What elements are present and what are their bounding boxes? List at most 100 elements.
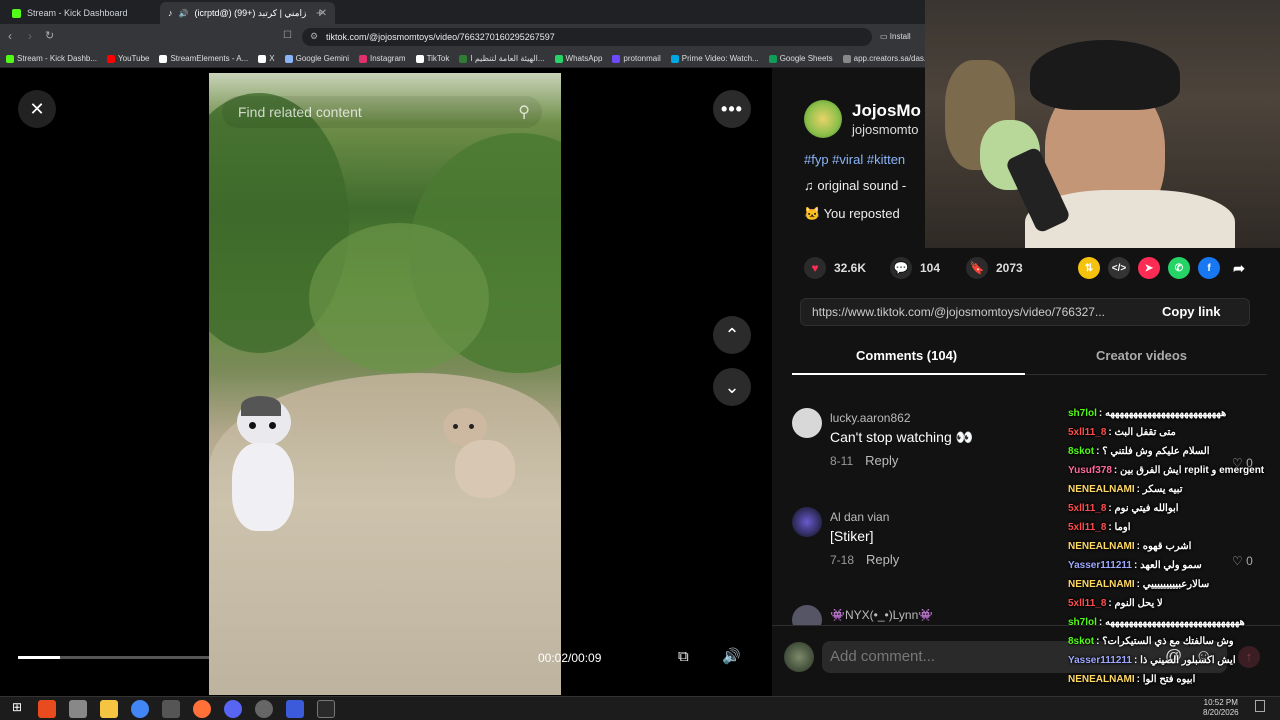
whatsapp-icon[interactable]: ✆	[1168, 257, 1190, 279]
headphones-shape	[1030, 40, 1180, 110]
comment-username[interactable]: Al dan vian	[830, 510, 889, 524]
site-info-icon[interactable]: ⚙	[310, 31, 318, 42]
bookmark-item[interactable]: WhatsApp	[554, 54, 602, 63]
tab-label: Stream - Kick Dashboard	[27, 8, 128, 18]
related-search-field[interactable]: Find related content ⚲	[222, 96, 542, 128]
system-clock[interactable]: 10:52 PM 8/20/2026	[1203, 698, 1239, 718]
browser-tab-tiktok[interactable]: ♪ 🔊 (icrptd@) زامني | كرتبد (+99) ✕	[160, 2, 335, 24]
chat-username[interactable]: sh7lol	[1068, 617, 1097, 628]
video-player[interactable]	[209, 73, 561, 695]
chat-username[interactable]: 5xll11_8	[1068, 427, 1106, 438]
chat-message: sh7lol: هههههههههههههههههههههههههههههه	[1068, 613, 1280, 632]
chat-username[interactable]: NENEALNAMI	[1068, 579, 1135, 590]
clock-date: 8/20/2026	[1203, 708, 1239, 717]
back-icon[interactable]: ‹	[8, 29, 12, 43]
chat-text: : اشرب قهوه	[1136, 541, 1192, 552]
forward-icon[interactable]: ›	[28, 29, 32, 43]
bookmark-item[interactable]: YouTube	[107, 54, 149, 63]
sound-link[interactable]: ♫ original sound -	[804, 178, 906, 193]
chat-username[interactable]: Yusuf378	[1068, 465, 1112, 476]
bookmark-favicon-icon	[842, 54, 851, 63]
send-icon[interactable]: ➤	[1138, 257, 1160, 279]
more-icon: •••	[721, 98, 743, 119]
bookmark-item[interactable]: TikTok	[415, 54, 449, 63]
bookmark-star-icon[interactable]: ☐	[283, 30, 292, 41]
app-icon[interactable]	[162, 700, 180, 718]
reload-icon[interactable]: ↻	[45, 29, 54, 42]
chat-username[interactable]: 8skot	[1068, 446, 1094, 457]
chat-text: : وش سالفتك مع ذي الستيكرات؟	[1096, 636, 1234, 647]
bookmark-item[interactable]: Google Sheets	[768, 54, 833, 63]
firefox-icon[interactable]	[193, 700, 211, 718]
chat-username[interactable]: 5xll11_8	[1068, 522, 1106, 533]
terminal-icon[interactable]	[317, 700, 335, 718]
previous-video-button[interactable]: ⌃	[713, 316, 751, 354]
install-button[interactable]: ▭ Install	[880, 32, 911, 41]
share-link-text[interactable]: https://www.tiktok.com/@jojosmomtoys/vid…	[812, 305, 1152, 319]
creator-handle[interactable]: jojosmomto	[852, 122, 918, 137]
comment-username[interactable]: 👾NYX(•_•)Lynn👾	[830, 608, 933, 622]
obs-icon[interactable]	[255, 700, 273, 718]
bookmark-item[interactable]: X	[258, 54, 275, 63]
url-field[interactable]: ⚙ tiktok.com/@jojosmomtoys/video/7663270…	[302, 28, 872, 46]
bookmark-favicon-icon	[554, 54, 563, 63]
volume-icon[interactable]: 🔊	[722, 647, 741, 665]
tab-creator-videos[interactable]: Creator videos	[1096, 348, 1187, 363]
windows-start-icon[interactable]: ⊞	[8, 700, 26, 718]
close-video-button[interactable]: ✕	[18, 90, 56, 128]
comment-username[interactable]: lucky.aaron862	[830, 411, 911, 425]
embed-icon[interactable]: </>	[1108, 257, 1130, 279]
bookmark-item[interactable]: Google Gemini	[284, 54, 349, 63]
chat-text: : السلام عليكم وش فلتني ؟	[1096, 446, 1210, 457]
file-explorer-icon[interactable]	[100, 700, 118, 718]
bookmark-item[interactable]: Instagram	[358, 54, 406, 63]
chat-username[interactable]: sh7lol	[1068, 408, 1097, 419]
save-button[interactable]: 🔖 2073	[966, 257, 1023, 279]
avatar[interactable]	[792, 507, 822, 537]
new-tab-icon[interactable]: +	[316, 5, 324, 20]
like-button[interactable]: ♥ 32.6K	[804, 257, 866, 279]
media-player-icon[interactable]	[286, 700, 304, 718]
repost-share-icon[interactable]: ⇅	[1078, 257, 1100, 279]
share-arrow-icon[interactable]: ➦	[1228, 257, 1250, 279]
chat-username[interactable]: 5xll11_8	[1068, 503, 1106, 514]
more-options-button[interactable]: •••	[713, 90, 751, 128]
creator-name[interactable]: JojosMo	[852, 101, 921, 121]
chat-username[interactable]: NENEALNAMI	[1068, 674, 1135, 685]
chat-username[interactable]: Yasser111211	[1068, 560, 1132, 571]
chrome-icon[interactable]	[131, 700, 149, 718]
next-video-button[interactable]: ⌄	[713, 368, 751, 406]
browser-tab-kick[interactable]: Stream - Kick Dashboard	[4, 2, 159, 24]
bookmark-favicon-icon	[612, 54, 621, 63]
bookmark-item[interactable]: Prime Video: Watch...	[670, 54, 759, 63]
save-count: 2073	[996, 261, 1023, 275]
creator-avatar[interactable]	[804, 100, 842, 138]
chat-message: NENEALNAMI: تبيه يسكر	[1068, 480, 1280, 499]
chat-username[interactable]: 5xll11_8	[1068, 598, 1106, 609]
search-icon[interactable]: ⚲	[518, 102, 530, 122]
tab-comments[interactable]: Comments (104)	[856, 348, 957, 363]
facebook-icon[interactable]: f	[1198, 257, 1220, 279]
app-icon[interactable]	[69, 700, 87, 718]
chat-username[interactable]: NENEALNAMI	[1068, 484, 1135, 495]
bookmark-item[interactable]: الهيئة العامة لتنظيم ا...	[459, 54, 545, 63]
bookmark-favicon-icon	[6, 54, 14, 63]
video-hashtags[interactable]: #fyp #viral #kitten	[804, 152, 905, 167]
copy-link-button[interactable]: Copy link	[1162, 304, 1221, 319]
reply-button[interactable]: Reply	[866, 552, 899, 567]
chat-username[interactable]: NENEALNAMI	[1068, 541, 1135, 552]
pip-icon[interactable]: ⧉	[678, 648, 689, 665]
discord-icon[interactable]	[224, 700, 242, 718]
bookmark-item[interactable]: app.creators.sa/das...	[842, 54, 925, 63]
bookmark-item[interactable]: protonmail	[612, 54, 661, 63]
comment-button[interactable]: 💬 104	[890, 257, 940, 279]
avatar[interactable]	[792, 408, 822, 438]
reply-button[interactable]: Reply	[865, 453, 898, 468]
chat-username[interactable]: Yasser111211	[1068, 655, 1132, 666]
notification-icon[interactable]	[1255, 700, 1265, 712]
bookmark-item[interactable]: Stream - Kick Dashb...	[6, 54, 97, 63]
chat-username[interactable]: 8skot	[1068, 636, 1094, 647]
brave-browser-icon[interactable]	[38, 700, 56, 718]
bookmark-favicon-icon	[159, 54, 168, 63]
bookmark-item[interactable]: StreamElements - A...	[159, 54, 248, 63]
